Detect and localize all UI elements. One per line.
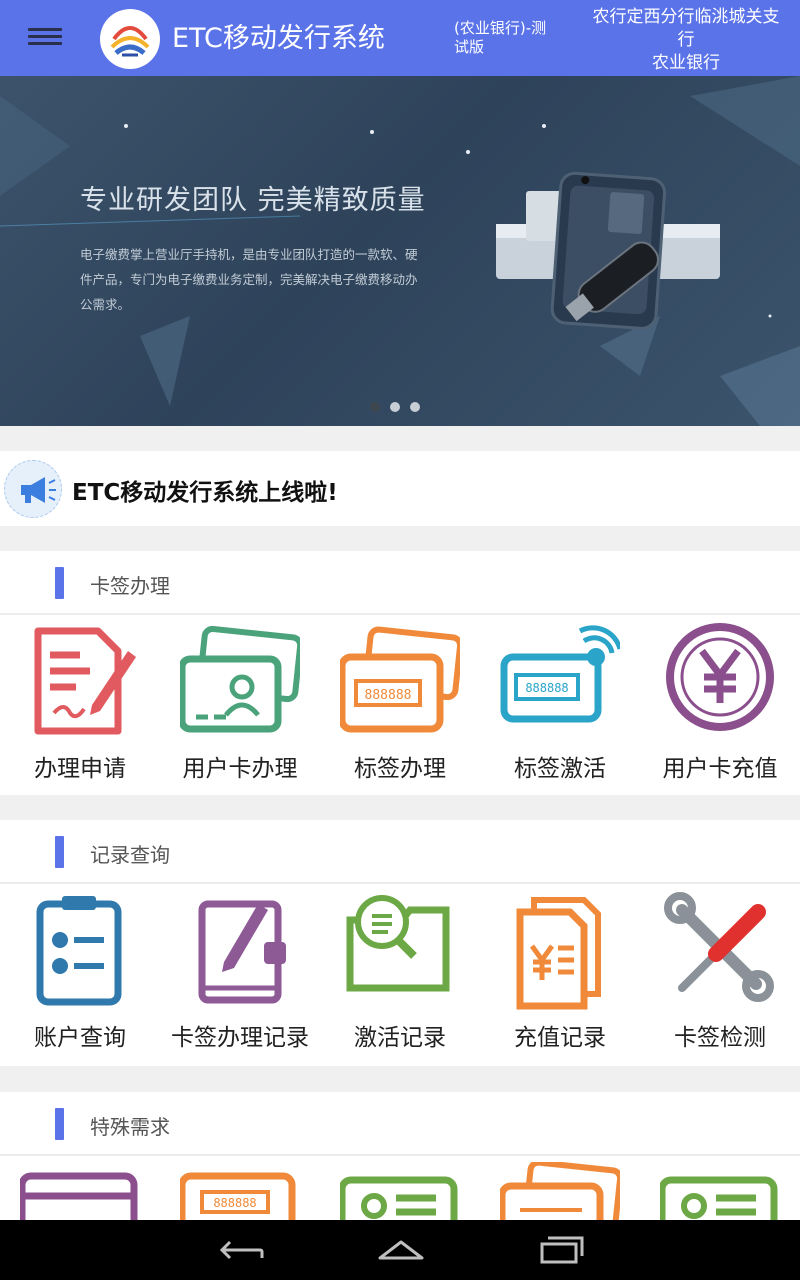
menu-item-label: 用户卡办理 [182, 756, 298, 782]
section-header: 记录查询 [0, 820, 800, 884]
svg-text:888888: 888888 [365, 688, 412, 703]
carousel-dot-2[interactable] [390, 402, 400, 412]
menu-item-activate-record[interactable]: 激活记录 [320, 884, 480, 1064]
back-icon[interactable] [216, 1234, 266, 1266]
user-card-icon [180, 625, 300, 733]
menu-icon[interactable] [28, 24, 62, 52]
section-title: 特殊需求 [90, 1115, 170, 1139]
menu-item-label: 卡签办理记录 [171, 1025, 309, 1051]
megaphone-icon [4, 460, 62, 518]
menu-item-label: 激活记录 [354, 1025, 446, 1051]
branch-info: 农行定西分行临洮城关支行 农业银行 [592, 6, 780, 75]
branch-name: 农行定西分行临洮城关支行 [592, 7, 780, 50]
section-accent-bar [55, 567, 64, 599]
recents-icon[interactable] [536, 1234, 586, 1266]
menu-item-label: 用户卡充值 [662, 756, 778, 782]
tag-card-icon: 888888 [180, 1172, 296, 1220]
tag-card-icon: 888888 [340, 626, 460, 733]
carousel-dot-1[interactable] [370, 402, 380, 412]
section-records: 记录查询 账户查询 卡签办理记录 激活记录 充值记录 卡签检测 [0, 820, 800, 1066]
menu-item-recharge[interactable]: 用户卡充值 [640, 615, 800, 795]
menu-item-recharge-record[interactable]: 充值记录 [480, 884, 640, 1064]
banner-carousel[interactable]: 专业研发团队 完美精致质量 电子缴费掌上营业厅手持机，是由专业团队打造的一款软、… [0, 76, 800, 426]
section-accent-bar [55, 1108, 64, 1140]
menu-grid: 账户查询 卡签办理记录 激活记录 充值记录 卡签检测 [0, 884, 800, 1064]
menu-item-label: 标签激活 [514, 756, 606, 782]
menu-item-label: 充值记录 [514, 1025, 606, 1051]
menu-item-label: 办理申请 [34, 756, 126, 782]
system-navigation-bar [0, 1220, 800, 1280]
app-header: ETC移动发行系统 (农业银行)-测试版 农行定西分行临洮城关支行 农业银行 [0, 0, 800, 76]
menu-grid: 办理申请 用户卡办理 888888 标签办理 888888 标签激活 用户卡充值 [0, 615, 800, 795]
menu-item-special-5[interactable] [640, 1156, 800, 1220]
menu-item-special-3[interactable] [320, 1156, 480, 1220]
menu-item-special-4[interactable] [480, 1156, 640, 1220]
menu-item-card-check[interactable]: 卡签检测 [640, 884, 800, 1064]
section-header: 特殊需求 [0, 1092, 800, 1156]
menu-item-apply[interactable]: 办理申请 [0, 615, 160, 795]
menu-item-card-record[interactable]: 卡签办理记录 [160, 884, 320, 1064]
menu-item-label: 标签办理 [354, 756, 446, 782]
menu-item-account-query[interactable]: 账户查询 [0, 884, 160, 1064]
home-icon[interactable] [376, 1234, 426, 1266]
carousel-indicator[interactable] [370, 402, 420, 412]
folder-search-icon [346, 895, 450, 992]
carousel-dot-3[interactable] [410, 402, 420, 412]
etc-app: ETC移动发行系统 (农业银行)-测试版 农行定西分行临洮城关支行 农业银行 专… [0, 0, 800, 1280]
section-special: 特殊需求 888888 [0, 1092, 800, 1220]
application-form-icon [34, 627, 136, 735]
yuan-document-icon [516, 897, 601, 1010]
menu-item-tag[interactable]: 888888 标签办理 [320, 615, 480, 795]
wrench-screwdriver-icon [664, 892, 774, 1002]
yuan-recharge-icon [666, 623, 774, 731]
menu-item-label: 账户查询 [34, 1025, 126, 1051]
section-card-tag: 卡签办理 办理申请 用户卡办理 888888 标签办理 888888 标签激活 … [0, 551, 800, 795]
card-reader-icon [20, 1172, 138, 1220]
section-accent-bar [55, 836, 64, 868]
section-title: 记录查询 [90, 843, 170, 867]
banner-description: 电子缴费掌上营业厅手持机，是由专业团队打造的一款软、硬件产品，专门为电子缴费业务… [80, 247, 418, 312]
app-logo [100, 9, 160, 69]
tag-activate-icon: 888888 [500, 625, 620, 723]
clipboard-check-icon [36, 896, 122, 1006]
version-label: (农业银行)-测试版 [454, 19, 547, 56]
menu-item-tag-activate[interactable]: 888888 标签激活 [480, 615, 640, 795]
svg-text:888888: 888888 [213, 1196, 256, 1210]
menu-item-user-card[interactable]: 用户卡办理 [160, 615, 320, 795]
announcement-bar[interactable]: ETC移动发行系统上线啦! [0, 451, 800, 526]
tag-card-stack-icon [500, 1162, 620, 1220]
menu-item-label: 卡签检测 [674, 1025, 766, 1051]
menu-item-special-1[interactable] [0, 1156, 160, 1220]
id-card-icon [340, 1176, 458, 1220]
svg-text:888888: 888888 [525, 681, 568, 695]
id-card-icon [660, 1176, 778, 1220]
bank-name: 农业银行 [652, 53, 720, 73]
menu-grid: 888888 [0, 1156, 800, 1220]
section-header: 卡签办理 [0, 551, 800, 615]
banner-headline: 专业研发团队 完美精致质量 [80, 185, 426, 216]
app-title: ETC移动发行系统 [172, 23, 385, 54]
notebook-pen-icon [198, 900, 286, 1004]
announcement-text: ETC移动发行系统上线啦! [72, 480, 338, 506]
menu-item-special-2[interactable]: 888888 [160, 1156, 320, 1220]
section-title: 卡签办理 [90, 574, 170, 598]
